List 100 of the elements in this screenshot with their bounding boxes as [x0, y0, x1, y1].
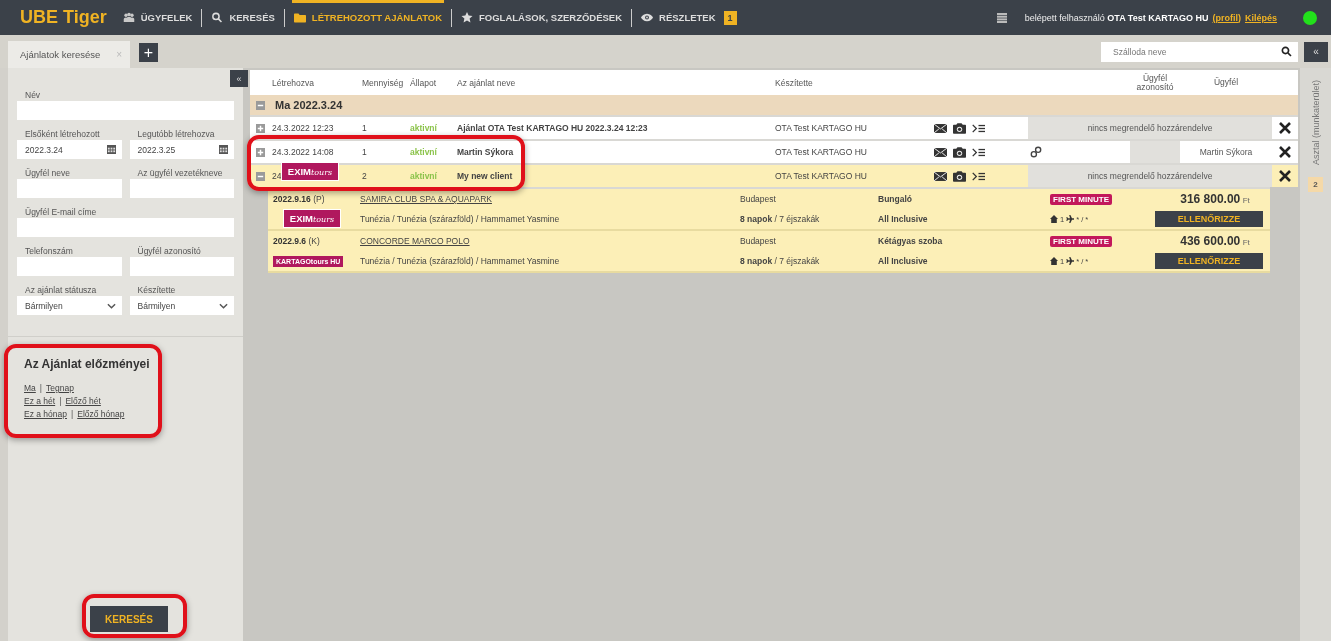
text-field[interactable]: [129, 179, 234, 198]
column-header: Ügyfél: [1212, 78, 1240, 87]
room-type-text: Bungaló: [878, 194, 913, 204]
search-icon: [211, 12, 224, 23]
date-range-link[interactable]: Előző hónap: [77, 409, 125, 419]
departure-date: 2022.9.16 (P): [273, 194, 326, 204]
plane-icon: [1066, 215, 1075, 223]
date-range-link[interactable]: Ez a hét: [24, 396, 56, 406]
add-tab-button[interactable]: +: [139, 43, 158, 62]
link-icon[interactable]: [1030, 146, 1042, 158]
column-header: Készítette: [775, 77, 814, 88]
column-header: Ügyfél azonosító: [1135, 73, 1175, 92]
camera-icon: [953, 146, 966, 158]
date-range-link[interactable]: Előző hét: [65, 396, 101, 406]
text-field[interactable]: [17, 179, 122, 198]
envelope-icon: [934, 146, 947, 158]
house-icon: [1050, 257, 1058, 265]
nav-item[interactable]: ÜGYFELEK: [120, 0, 195, 35]
list-icon: [996, 12, 1007, 23]
separator-text: |: [71, 409, 74, 419]
search-button[interactable]: KERESÉS: [90, 606, 168, 632]
check-button[interactable]: ELLENŐRIZZE: [1155, 253, 1263, 269]
board-text: All Inclusive: [878, 214, 929, 224]
profile-link[interactable]: (profil): [1212, 12, 1241, 23]
date-field[interactable]: 2022.3.25: [129, 140, 234, 159]
nav-item[interactable]: RÉSZLETEK: [639, 0, 718, 35]
hotel-name-link[interactable]: CONCORDE MARCO POLO: [360, 236, 740, 246]
chevron-down-icon: [219, 302, 228, 309]
text-field[interactable]: [17, 257, 122, 276]
logout-link[interactable]: Kilépés: [1245, 12, 1277, 23]
plane-icon: [1066, 257, 1075, 265]
created-date-text: 24: [272, 171, 282, 181]
people-icon: [122, 12, 135, 23]
date-range-link[interactable]: Tegnap: [46, 383, 74, 393]
count-badge: 2: [1308, 177, 1323, 193]
envelope-icon: [934, 122, 947, 134]
eye-icon: [641, 12, 654, 23]
folder-icon: [293, 12, 306, 23]
expand-icon[interactable]: [256, 147, 265, 157]
house-icon: [1050, 215, 1058, 223]
quantity-text: 1: [362, 123, 367, 133]
offer-name: Ajánlat OTA Test KARTAGO HU 2022.3.24 12:23: [457, 123, 648, 133]
brand-sticker: EXIMtours: [281, 162, 339, 181]
tab-label: Ajánlatok keresése: [20, 49, 101, 60]
destination-text: Tunézia / Tunézia (szárazföld) / Hammamet Yasmine: [360, 214, 561, 224]
brand-sticker: EXIMtours: [283, 209, 341, 228]
nav-item[interactable]: KERESÉS: [209, 0, 277, 35]
separator-text: |: [59, 396, 62, 406]
offer-name: My new client: [457, 171, 513, 181]
created-date-text: 24.3.2022 12:23: [272, 123, 334, 133]
collapse-icon[interactable]: [256, 171, 265, 181]
text-field[interactable]: [17, 218, 234, 237]
date-range-link[interactable]: Ez a hónap: [24, 409, 67, 419]
count-badge: 1: [723, 10, 737, 25]
date-range-link[interactable]: Ma: [24, 383, 36, 393]
dropdown[interactable]: Bármilyen: [129, 296, 234, 315]
created-date-text: 24.3.2022 14:08: [272, 147, 334, 157]
quantity-text: 2: [362, 171, 367, 181]
close-icon[interactable]: [1279, 170, 1291, 182]
text-field[interactable]: [17, 101, 234, 120]
field-label: Az ajánlat státusza: [24, 284, 98, 296]
collapse-button[interactable]: «: [230, 70, 248, 87]
desk-label: Asztal (munkaterület): [1310, 80, 1321, 166]
column-header: Az ajánlat neve: [457, 77, 517, 88]
app-logo: UBE Tiger: [20, 7, 107, 28]
nav-item[interactable]: FOGLALÁSOK, SZERZŐDÉSEK: [459, 0, 625, 35]
offer-name: Martin Sýkora: [457, 147, 514, 157]
column-header: Létrehozva: [272, 77, 316, 88]
date-field[interactable]: 2022.3.24: [17, 140, 122, 159]
status-text: aktivní: [410, 147, 437, 157]
collapse-button[interactable]: «: [1304, 41, 1328, 62]
column-header: Mennyiség: [362, 77, 405, 88]
expand-icon[interactable]: [256, 123, 265, 133]
text-field[interactable]: [129, 257, 234, 276]
list-arrow-icon: [972, 170, 985, 182]
duration-text: 8 napok / 7 éjszakák: [740, 214, 820, 224]
no-client-cell: nincs megrendelő hozzárendelve: [1028, 117, 1272, 139]
close-icon[interactable]: [1279, 122, 1291, 134]
star-icon: [461, 12, 473, 23]
field-label: Ügyfél E-mail címe: [24, 206, 98, 218]
author-text: OTA Test KARTAGO HU: [775, 147, 867, 157]
hotel-search-field[interactable]: Szálloda neve: [1101, 41, 1277, 62]
field-label: Telefonszám: [24, 245, 74, 257]
collapse-icon[interactable]: [256, 100, 265, 110]
close-icon[interactable]: [1279, 146, 1291, 158]
check-button[interactable]: ELLENŐRIZZE: [1155, 211, 1263, 227]
list-arrow-icon: [972, 122, 985, 134]
field-label: Név: [24, 89, 42, 101]
author-text: OTA Test KARTAGO HU: [775, 123, 867, 133]
dropdown[interactable]: Bármilyen: [17, 296, 122, 315]
field-label: Ügyfél azonosító: [136, 245, 202, 257]
hotel-name-link[interactable]: SAMIRA CLUB SPA & AQUAPARK: [360, 194, 740, 204]
field-label: Készítette: [136, 284, 177, 296]
column-header: Állapot: [410, 77, 437, 88]
first-minute-badge: FIRST MINUTE: [1050, 235, 1112, 247]
field-label: Ügyfél neve: [24, 167, 71, 179]
price-text: 436 600.00 Ft: [1179, 234, 1251, 248]
search-icon[interactable]: [1281, 46, 1292, 57]
tab[interactable]: Ajánlatok keresése ×: [8, 41, 130, 68]
price-text: 316 800.00 Ft: [1179, 192, 1251, 206]
